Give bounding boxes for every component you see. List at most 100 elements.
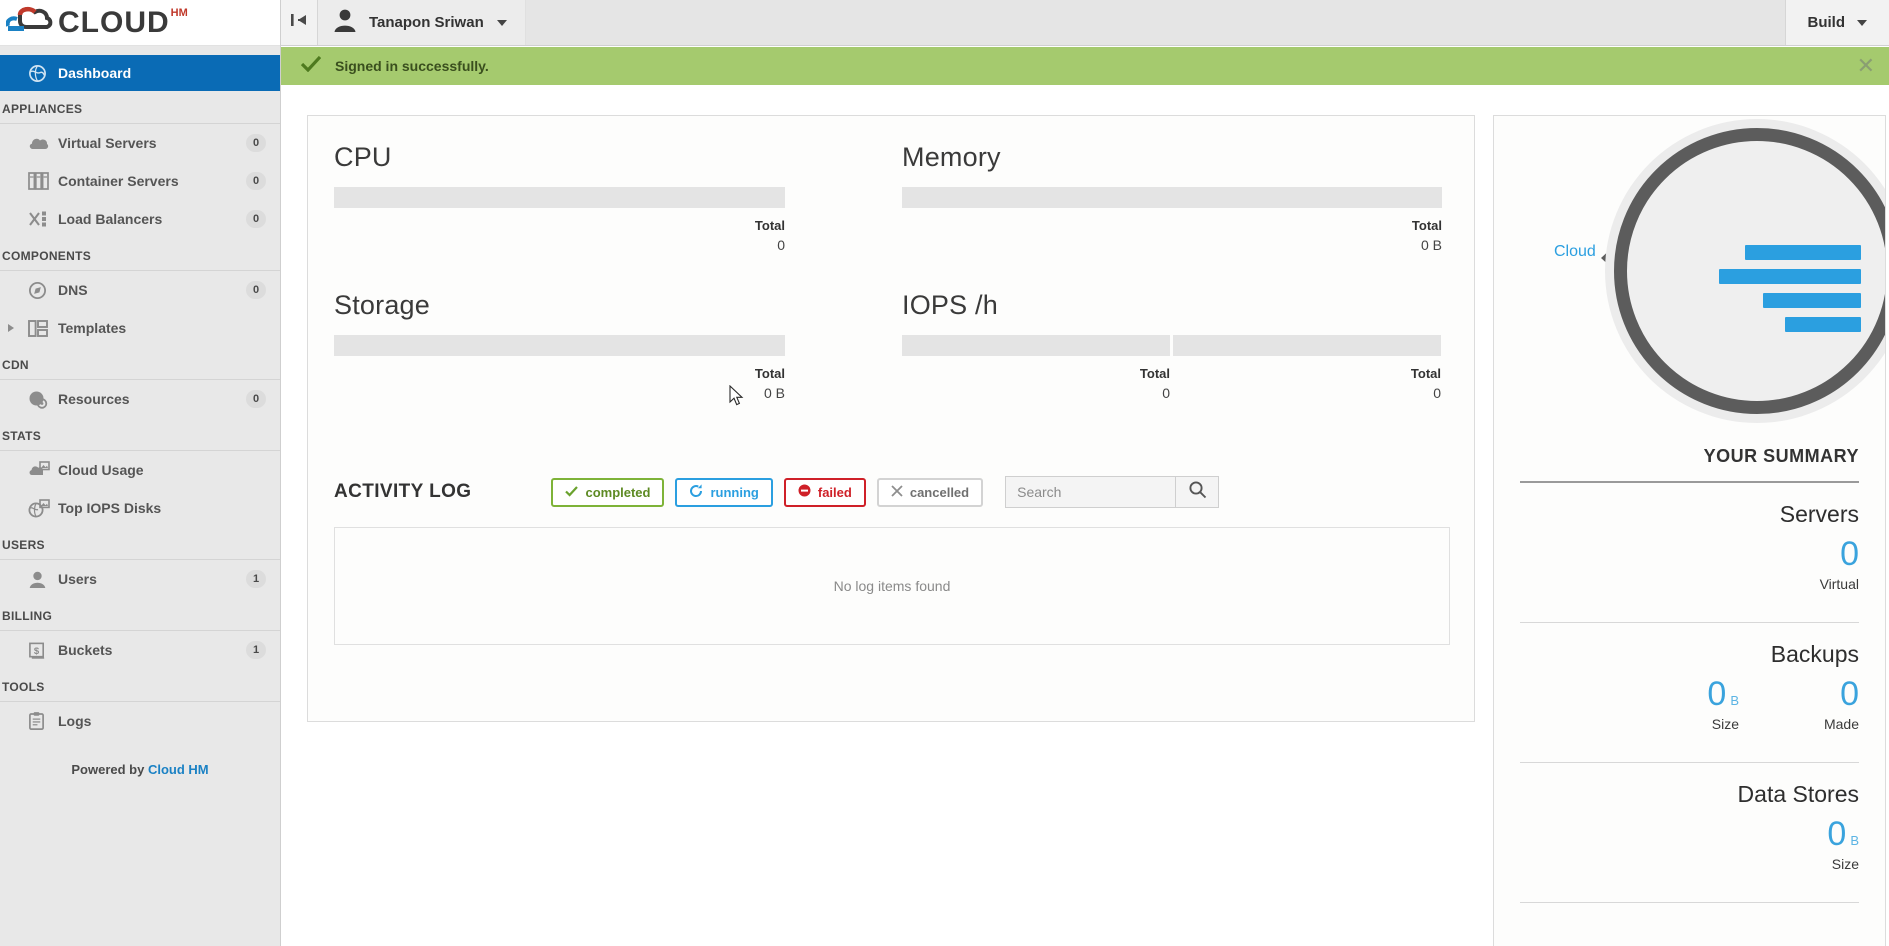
user-menu[interactable]: Tanapon Sriwan bbox=[318, 0, 526, 45]
powered-by: Powered by Cloud HM bbox=[0, 740, 280, 777]
filter-label: failed bbox=[818, 485, 852, 500]
sidebar-item-buckets[interactable]: $Buckets1 bbox=[0, 631, 280, 669]
sidebar-item-label: DNS bbox=[58, 282, 246, 298]
dashboard-card: CPUTotal0MemoryTotal0 BStorageTotal0 BIO… bbox=[307, 115, 1475, 722]
filter-cancelled-button[interactable]: cancelled bbox=[877, 478, 983, 507]
sidebar-section-title: TOOLS bbox=[0, 669, 280, 702]
sidebar-item-dns[interactable]: DNS0 bbox=[0, 271, 280, 309]
summary-stat: 0BSize bbox=[1619, 674, 1739, 732]
donut-ring-icon bbox=[1614, 128, 1885, 414]
top-iops-icon bbox=[28, 499, 58, 518]
search-input[interactable] bbox=[1005, 476, 1175, 508]
sidebar-item-label: Resources bbox=[58, 391, 246, 407]
sidebar-sections: APPLIANCESVirtual Servers0Container Serv… bbox=[0, 91, 280, 740]
application-root: CLOUD HM Dashboard APPLIANCESVirtual Ser… bbox=[0, 0, 1889, 946]
check-icon bbox=[301, 56, 321, 77]
metric-cpu: CPU Total0 bbox=[334, 142, 785, 253]
dashboard-globe-icon bbox=[28, 64, 58, 83]
donut-bar bbox=[1763, 293, 1861, 308]
summary-panel: Cloud YOUR SUMMARY Servers 0Virtual Backup… bbox=[1493, 115, 1886, 946]
collapse-sidebar-button[interactable] bbox=[281, 0, 318, 45]
check-icon bbox=[565, 485, 578, 500]
summary-group-name: Servers bbox=[1520, 501, 1859, 528]
sidebar-item-badge: 0 bbox=[246, 134, 266, 152]
metric-total-label: Total bbox=[334, 218, 785, 233]
magnifier-icon bbox=[1188, 480, 1207, 504]
summary-stats: 0Virtual bbox=[1520, 534, 1859, 592]
sidebar-item-container-servers[interactable]: Container Servers0 bbox=[0, 162, 280, 200]
summary-groups: Servers0VirtualBackups0BSize0MadeData St… bbox=[1494, 483, 1885, 903]
metric-total: Total 0 bbox=[1173, 366, 1441, 401]
search-button[interactable] bbox=[1175, 476, 1219, 508]
powered-by-link[interactable]: Cloud HM bbox=[148, 762, 209, 777]
flash-message: Signed in successfully. ✕ bbox=[281, 47, 1889, 85]
summary-stat-caption: Made bbox=[1739, 716, 1859, 732]
metric-title: Memory bbox=[902, 142, 1442, 173]
cloud-icon bbox=[28, 135, 58, 151]
summary-graphic-label: Cloud bbox=[1554, 243, 1596, 261]
sidebar-item-logs[interactable]: Logs bbox=[0, 702, 280, 740]
sidebar-section: CDNResources0 bbox=[0, 347, 280, 418]
sidebar-item-badge: 1 bbox=[246, 641, 266, 659]
metric-total-value: 0 B bbox=[902, 237, 1442, 253]
expand-caret-icon[interactable] bbox=[8, 324, 14, 332]
brand-logo[interactable]: CLOUD HM bbox=[0, 0, 280, 46]
metric-gauge-bar bbox=[1173, 335, 1441, 356]
sidebar-scroll: Dashboard APPLIANCESVirtual Servers0Cont… bbox=[0, 46, 280, 946]
activity-log-header: ACTIVITY LOG completedrunningfailedcance… bbox=[334, 476, 1450, 508]
avatar-icon bbox=[332, 7, 358, 38]
donut-bar bbox=[1785, 317, 1861, 332]
summary-stats: 0BSize0Made bbox=[1520, 674, 1859, 732]
sidebar-item-dashboard[interactable]: Dashboard bbox=[0, 55, 280, 91]
metric-memory: MemoryTotal0 B bbox=[902, 142, 1442, 253]
sidebar-item-badge: 0 bbox=[246, 172, 266, 190]
user-icon bbox=[28, 570, 58, 589]
summary-title: YOUR SUMMARY bbox=[1494, 426, 1885, 467]
metric-storage: StorageTotal0 B bbox=[334, 290, 785, 401]
sidebar-section-title: APPLIANCES bbox=[0, 91, 280, 124]
clipboard-icon bbox=[28, 711, 58, 731]
close-icon[interactable]: ✕ bbox=[1857, 55, 1875, 77]
server-rack-icon bbox=[28, 172, 58, 190]
sidebar-item-virtual-servers[interactable]: Virtual Servers0 bbox=[0, 124, 280, 162]
filter-label: cancelled bbox=[910, 485, 969, 500]
build-button[interactable]: Build bbox=[1785, 0, 1889, 45]
summary-stats: 0BSize bbox=[1520, 814, 1859, 872]
metric-iops-h: IOPS /h Total 0Total 0 bbox=[902, 290, 1441, 401]
brand-suffix: HM bbox=[171, 7, 188, 19]
metric-totals: Total0 bbox=[334, 208, 785, 253]
sidebar-item-top-iops-disks[interactable]: Top IOPS Disks bbox=[0, 489, 280, 527]
minus-circle-icon bbox=[798, 484, 811, 500]
metric-total-label: Total bbox=[1173, 366, 1441, 381]
sidebar-item-load-balancers[interactable]: Load Balancers0 bbox=[0, 200, 280, 238]
summary-stat-unit: B bbox=[1850, 833, 1859, 848]
metric-total-value: 0 bbox=[1173, 385, 1441, 401]
summary-group-servers: Servers 0Virtual bbox=[1494, 483, 1885, 608]
sidebar-section-title: CDN bbox=[0, 347, 280, 380]
metric-title: CPU bbox=[334, 142, 785, 173]
x-icon bbox=[891, 485, 903, 500]
mouse-cursor bbox=[729, 385, 744, 412]
main-content: CPUTotal0MemoryTotal0 BStorageTotal0 BIO… bbox=[281, 85, 1889, 946]
summary-stat-caption: Size bbox=[1739, 856, 1859, 872]
filter-failed-button[interactable]: failed bbox=[784, 478, 866, 507]
filter-running-button[interactable]: running bbox=[675, 478, 772, 507]
sidebar-item-templates[interactable]: Templates bbox=[0, 309, 280, 347]
summary-group-data-stores: Data Stores0BSize bbox=[1494, 763, 1885, 888]
sidebar-item-badge: 0 bbox=[246, 281, 266, 299]
sidebar-section: COMPONENTSDNS0Templates bbox=[0, 238, 280, 347]
sidebar-item-label: Cloud Usage bbox=[58, 462, 280, 478]
sidebar-item-resources[interactable]: Resources0 bbox=[0, 380, 280, 418]
summary-stat: 0BSize bbox=[1739, 814, 1859, 872]
metric-total-label: Total bbox=[334, 366, 785, 381]
sidebar-section-title: COMPONENTS bbox=[0, 238, 280, 271]
sidebar-item-users[interactable]: Users1 bbox=[0, 560, 280, 598]
sidebar-item-label: Buckets bbox=[58, 642, 246, 658]
sidebar-item-cloud-usage[interactable]: Cloud Usage bbox=[0, 451, 280, 489]
sidebar-item-label: Logs bbox=[58, 713, 280, 729]
metric-title: IOPS /h bbox=[902, 290, 1441, 321]
sidebar-item-label: Top IOPS Disks bbox=[58, 500, 280, 516]
sidebar-section: TOOLS Logs bbox=[0, 669, 280, 740]
summary-group-backups: Backups0BSize0Made bbox=[1494, 623, 1885, 748]
filter-completed-button[interactable]: completed bbox=[551, 478, 664, 507]
